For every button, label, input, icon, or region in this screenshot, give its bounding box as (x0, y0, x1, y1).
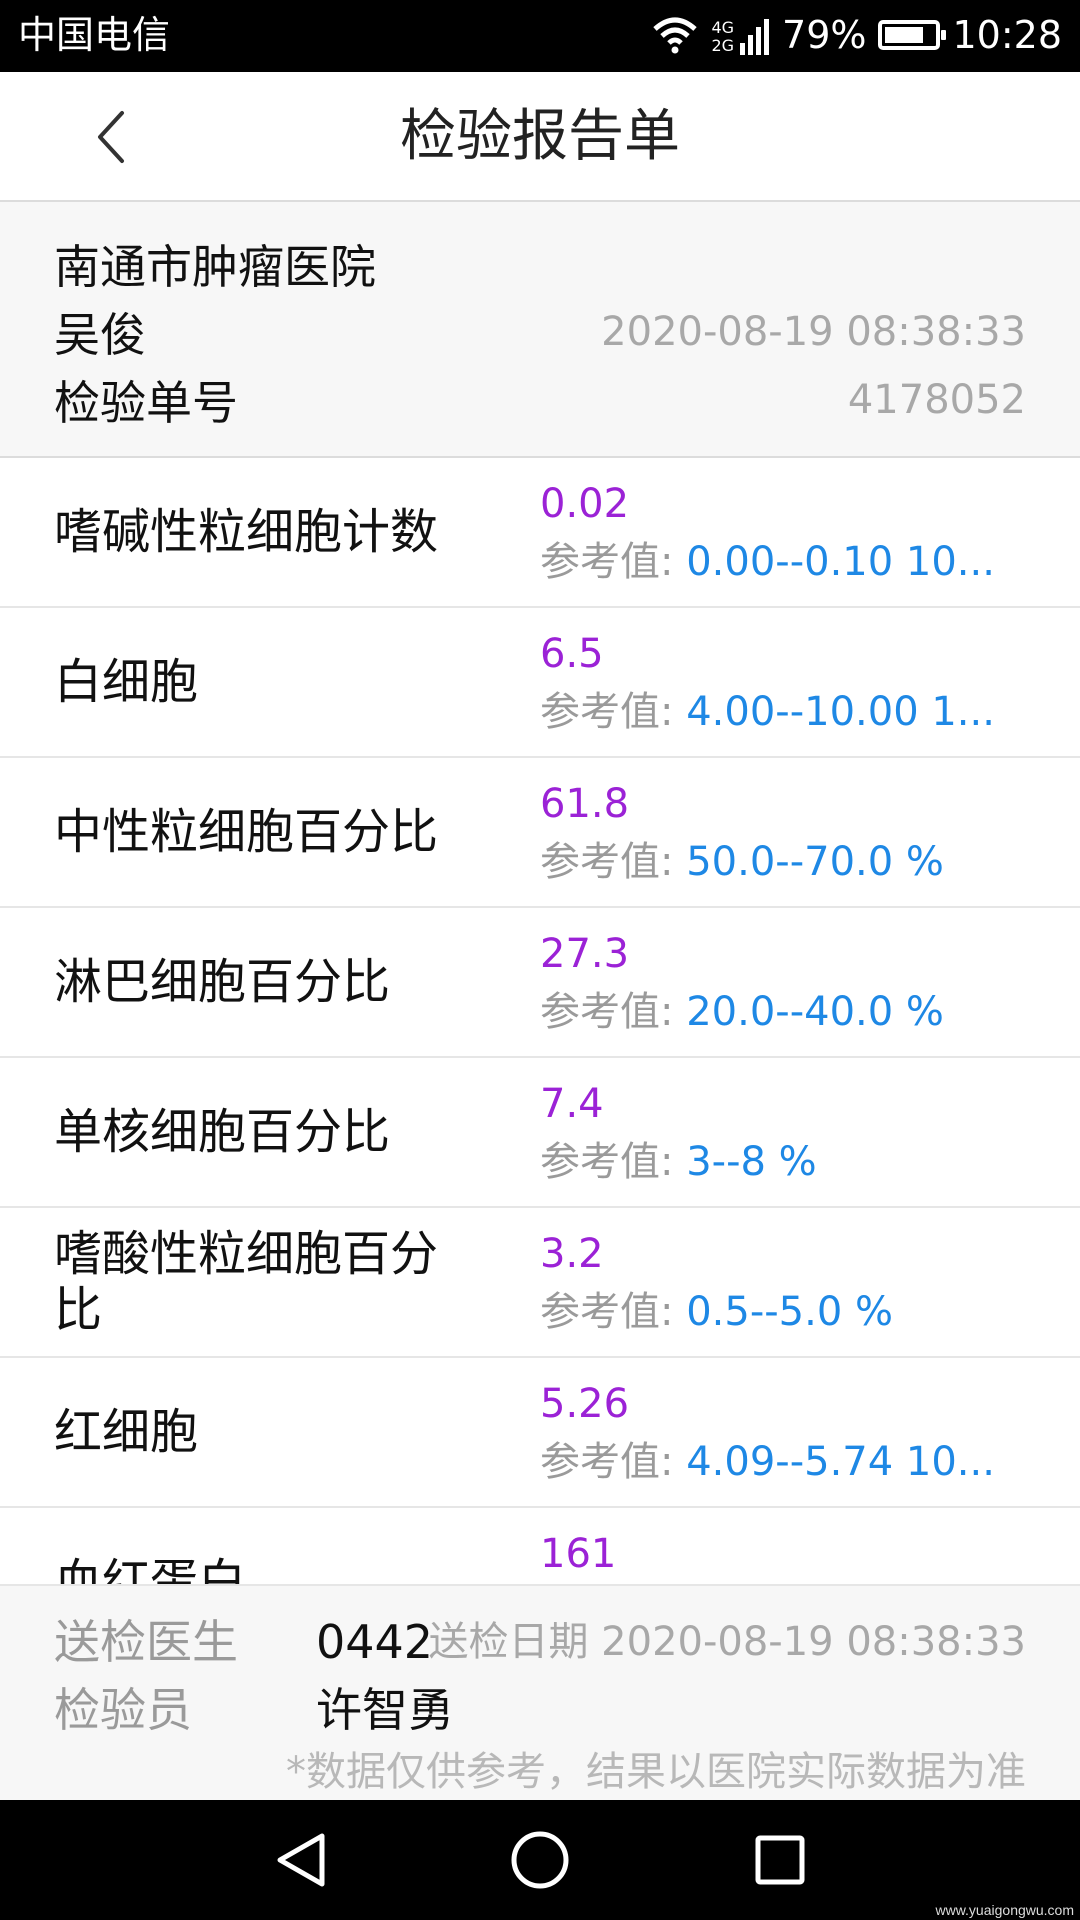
status-icons: 4G 2G 79% 10:28 (651, 10, 1062, 60)
reference-value: 3--8 % (686, 1139, 817, 1185)
submit-date-label: 送检日期 (428, 1619, 589, 1665)
reference-value: 4.09--5.74 10... (686, 1439, 995, 1485)
result-row[interactable]: 嗜碱性粒细胞计数 0.02 参考值: 0.00--0.10 10... (0, 458, 1080, 608)
reference-label: 参考值: (540, 1439, 674, 1485)
result-row[interactable]: 血红蛋白161参考值: (0, 1508, 1080, 1584)
item-result: 6.5 (540, 631, 604, 677)
report-datetime: 2020-08-19 08:38:33 (601, 309, 1026, 355)
result-row[interactable]: 中性粒细胞百分比 61.8 参考值: 50.0--70.0 % (0, 758, 1080, 908)
result-row[interactable]: 红细胞 5.26 参考值: 4.09--5.74 10... (0, 1358, 1080, 1508)
reference-label: 参考值: (540, 989, 674, 1035)
signal-bars-icon (740, 19, 770, 55)
results-list[interactable]: 嗜碱性粒细胞计数 0.02 参考值: 0.00--0.10 10... 白细胞 6.5 参… (0, 458, 1080, 1584)
item-name: 白细胞 (54, 654, 199, 710)
patient-name: 吴俊 (54, 308, 146, 362)
disclaimer: *数据仅供参考，结果以医院实际数据为准 (286, 1749, 1026, 1795)
network-type-bottom: 2G (711, 36, 735, 55)
result-row[interactable]: 单核细胞百分比 7.4 参考值: 3--8 % (0, 1058, 1080, 1208)
submit-date-value: 2020-08-19 08:38:33 (601, 1619, 1026, 1665)
item-name: 嗜酸性粒细胞百分比 (54, 1226, 439, 1338)
item-result: 3.2 (540, 1231, 604, 1277)
item-reference: 参考值: 3--8 % (540, 1138, 1010, 1186)
item-name: 中性粒细胞百分比 (54, 804, 439, 860)
reference-value: 20.0--40.0 % (686, 989, 944, 1035)
item-result: 27.3 (540, 931, 630, 977)
doctor-label: 送检医生 (54, 1615, 238, 1669)
report-footer: 送检医生 0442 送检日期 2020-08-19 08:38:33 检验员 许… (0, 1584, 1080, 1800)
item-reference: 参考值: 50.0--70.0 % (540, 838, 1010, 886)
item-name: 单核细胞百分比 (54, 1104, 391, 1160)
reference-label: 参考值: (540, 839, 674, 885)
item-result: 161 (540, 1531, 617, 1577)
item-reference: 参考值: 0.00--0.10 10... (540, 538, 1010, 586)
reference-label: 参考值: (540, 1139, 674, 1185)
item-reference: 参考值: 4.00--10.00 1... (540, 688, 1010, 736)
reference-value: 50.0--70.0 % (686, 839, 944, 885)
page-title: 检验报告单 (400, 104, 680, 169)
examiner-value: 许智勇 (316, 1683, 454, 1737)
item-result: 5.26 (540, 1381, 630, 1427)
result-row[interactable]: 淋巴细胞百分比 27.3 参考值: 20.0--40.0 % (0, 908, 1080, 1058)
battery-icon (878, 20, 947, 50)
result-row[interactable]: 白细胞 6.5 参考值: 4.00--10.00 1... (0, 608, 1080, 758)
battery-percent: 79% (782, 13, 867, 57)
item-reference: 参考值: 20.0--40.0 % (540, 988, 1010, 1036)
nav-home-button[interactable] (500, 1820, 580, 1900)
submit-date: 送检日期 2020-08-19 08:38:33 (428, 1612, 1026, 1672)
reference-value: 0.5--5.0 % (686, 1289, 894, 1335)
circle-home-icon (511, 1831, 569, 1889)
reference-value: 4.00--10.00 1... (686, 689, 995, 735)
app-header: 检验报告单 (0, 72, 1080, 202)
reference-label: 参考值: (540, 539, 674, 585)
report-number-label: 检验单号 (54, 376, 238, 430)
nav-back-button[interactable] (260, 1820, 340, 1900)
system-nav-bar: www.yuaigongwu.com (0, 1800, 1080, 1920)
carrier-name: 中国电信 (18, 13, 171, 57)
reference-value: 0.00--0.10 10... (686, 539, 995, 585)
clock: 10:28 (952, 13, 1062, 57)
hospital-name: 南通市肿瘤医院 (54, 240, 376, 294)
report-number: 4178052 (847, 377, 1026, 423)
item-result: 0.02 (540, 481, 630, 527)
watermark: www.yuaigongwu.com (935, 1902, 1074, 1918)
battery-fill (885, 27, 924, 43)
network-type-top: 4G (711, 18, 735, 37)
examiner-label: 检验员 (54, 1683, 192, 1737)
result-row[interactable]: 嗜酸性粒细胞百分比 3.2 参考值: 0.5--5.0 % (0, 1208, 1080, 1358)
status-bar: 中国电信 4G 2G 79% 10:28 (0, 0, 1080, 72)
wifi-icon (653, 17, 698, 54)
nav-recents-button[interactable] (740, 1820, 820, 1900)
item-reference: 参考值: 4.09--5.74 10... (540, 1438, 1010, 1486)
report-info: 南通市肿瘤医院 吴俊 2020-08-19 08:38:33 检验单号 4178… (0, 202, 1080, 458)
square-recents-icon (755, 1835, 805, 1885)
item-result: 7.4 (540, 1081, 604, 1127)
chevron-left-icon (98, 111, 124, 163)
item-name: 血红蛋白 (54, 1554, 247, 1584)
item-name: 红细胞 (54, 1404, 199, 1460)
item-name: 嗜碱性粒细胞计数 (54, 504, 439, 560)
item-reference: 参考值: 0.5--5.0 % (540, 1288, 1010, 1336)
item-result: 61.8 (540, 781, 630, 827)
reference-label: 参考值: (540, 1289, 674, 1335)
reference-label: 参考值: (540, 689, 674, 735)
signal-icon: 4G 2G (711, 15, 770, 55)
doctor-value: 0442 (316, 1615, 434, 1669)
triangle-back-icon (277, 1833, 325, 1887)
item-name: 淋巴细胞百分比 (54, 954, 391, 1010)
back-button[interactable] (70, 97, 150, 177)
